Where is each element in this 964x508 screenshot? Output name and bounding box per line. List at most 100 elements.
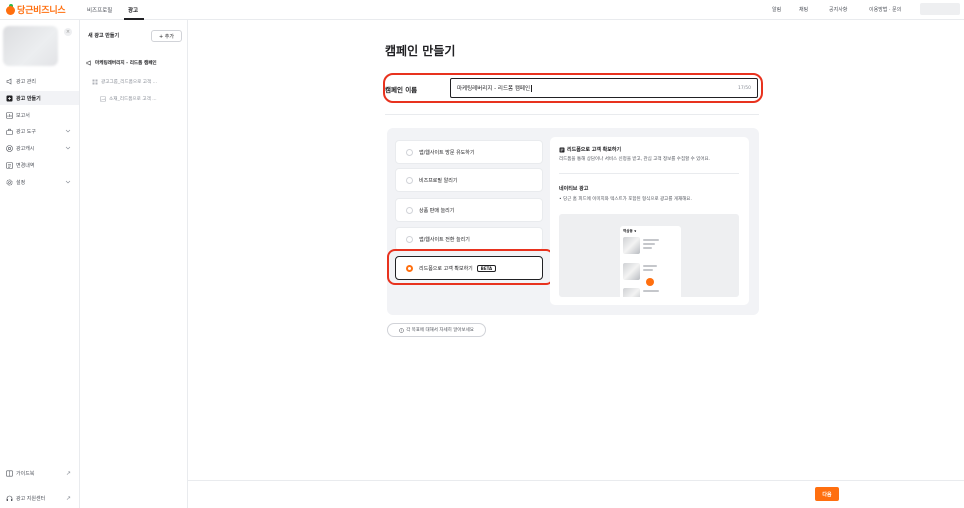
tree-node-creative[interactable]: 소재_리드폼으로 고객 ... (100, 96, 157, 102)
sidebar-item-create-ad[interactable]: 광고 만들기 (0, 91, 79, 105)
feed-thumbnail (623, 237, 640, 254)
radio-button[interactable] (406, 235, 413, 243)
sidebar-item-label: 보고서 (16, 112, 30, 119)
sidebar-item-label: 광고 지원센터 (16, 495, 46, 502)
plus-square-icon (6, 95, 13, 102)
tree-title: 새 광고 만들기 (88, 33, 120, 39)
nav-link-notice[interactable]: 공지사항 (829, 6, 847, 13)
top-nav: 당근비즈니스 비즈프로필 광고 알림 채팅 공지사항 이용방법 · 문의 (0, 0, 964, 20)
account-menu[interactable] (920, 3, 960, 15)
history-icon (6, 161, 13, 169)
goal-info-link[interactable]: 각 목표에 대해서 자세히 알아보세요 (387, 323, 486, 337)
campaign-name-input[interactable]: 마케팅레버리지 - 리드폼 캠페인 (450, 78, 758, 98)
coin-icon (6, 144, 13, 152)
nav-link-notifications[interactable]: 알림 (772, 6, 781, 13)
feed-thumbnail (623, 288, 640, 297)
tree-node-label: 광고그룹_리드폼으로 고객 ... (101, 80, 158, 85)
nav-link-help[interactable]: 이용방법 · 문의 (869, 6, 901, 13)
goal-option-bizprofile[interactable]: 비즈프로필 알리기 (395, 168, 543, 192)
megaphone-icon (6, 77, 13, 85)
preview-description: 리드폼을 통해 상담이나 서비스 신청을 받고, 관심 고객 정보를 수집할 수… (559, 157, 711, 162)
sidebar-item-ad-manage[interactable]: 광고 관리 (0, 74, 79, 88)
sidebar-item-label: 광고 관리 (16, 78, 36, 85)
radio-button[interactable] (406, 206, 413, 214)
feed-text-line (643, 243, 655, 245)
close-icon[interactable]: × (64, 28, 72, 36)
toolbox-icon (6, 128, 13, 135)
goal-option-app-web-conversion[interactable]: 앱/웹사이트 전환 늘리기 (395, 227, 543, 251)
tree-node-label: 마케팅레버리지 - 리드폼 캠페인 (95, 61, 157, 66)
gear-icon (6, 179, 13, 186)
goal-info-label: 각 목표에 대해서 자세히 알아보세요 (406, 328, 474, 333)
external-link-icon: ↗ (65, 494, 71, 502)
feed-text-line (643, 247, 652, 249)
sidebar-item-guidebook[interactable]: 가이드북 ↗ (0, 466, 79, 480)
headset-icon (6, 495, 13, 502)
sidebar-item-label: 광고 만들기 (16, 95, 41, 102)
nav-tab-ads[interactable]: 광고 (128, 6, 138, 14)
book-icon (6, 470, 13, 477)
preview-subtitle: 네이티브 광고 (559, 186, 589, 192)
brand-logo[interactable]: 당근비즈니스 (6, 3, 66, 16)
sidebar: × 광고 관리 광고 만들기 보고서 광고 도구 광고캐시 변경내역 설정 가이… (0, 20, 80, 508)
goal-option-label: 앱/웹사이트 전환 늘리기 (419, 236, 470, 243)
preview-bullet: • 당근 홈 피드에 이미지와 텍스트가 포함된 형식으로 광고를 게재해요. (559, 197, 692, 202)
sidebar-item-settings[interactable]: 설정 (0, 175, 79, 189)
phone-header: 역삼동 ∨ (623, 229, 637, 233)
text-cursor (531, 84, 532, 92)
phone-mockup: 역삼동 ∨ (620, 226, 681, 297)
campaign-tree-panel: 새 광고 만들기 + 추가 마케팅레버리지 - 리드폼 캠페인 광고그룹_리드폼… (80, 20, 188, 508)
image-icon (100, 96, 106, 102)
brand-name: 당근비즈니스 (17, 6, 66, 16)
chevron-down-icon (65, 146, 71, 150)
sidebar-item-label: 변경내역 (16, 162, 35, 169)
help-circle-icon (399, 327, 404, 333)
sidebar-item-report[interactable]: 보고서 (0, 108, 79, 122)
footer-bar (188, 480, 964, 508)
preview-screenshot: 역삼동 ∨ (559, 214, 739, 297)
add-button[interactable]: + 추가 (151, 30, 182, 42)
preview-title: 리드폼으로 고객 확보하기 (559, 146, 621, 153)
feed-text-line (643, 290, 659, 292)
goal-option-product-sales[interactable]: 상품 판매 늘리기 (395, 198, 543, 222)
goal-option-app-web-visit[interactable]: 앱/웹사이트 방문 유도하기 (395, 140, 543, 164)
sidebar-item-ad-cash[interactable]: 광고캐시 (0, 141, 79, 155)
page-title: 캠페인 만들기 (385, 44, 456, 58)
sidebar-item-history[interactable]: 변경내역 (0, 158, 79, 172)
profile-card[interactable] (3, 26, 58, 66)
leadform-icon (559, 147, 565, 153)
chevron-down-icon (65, 180, 71, 184)
sidebar-item-label: 광고캐시 (16, 145, 35, 152)
report-icon (6, 111, 13, 119)
ad-badge-dot (646, 278, 654, 286)
feed-thumbnail (623, 263, 640, 280)
tree-node-label: 소재_리드폼으로 고객 ... (109, 97, 157, 102)
goal-option-label: 앱/웹사이트 방문 유도하기 (419, 149, 475, 156)
preview-title-text: 리드폼으로 고객 확보하기 (567, 147, 622, 153)
external-link-icon: ↗ (65, 469, 71, 477)
goal-option-label: 비즈프로필 알리기 (419, 177, 458, 184)
sidebar-item-label: 설정 (16, 179, 26, 186)
sidebar-item-label: 가이드북 (16, 470, 35, 477)
campaign-name-value: 마케팅레버리지 - 리드폼 캠페인 (457, 86, 531, 92)
sidebar-item-ad-tools[interactable]: 광고 도구 (0, 124, 79, 138)
sidebar-item-label: 광고 도구 (16, 128, 36, 135)
nav-tab-bizprofile[interactable]: 비즈프로필 (87, 6, 112, 14)
radio-button[interactable] (406, 176, 413, 184)
next-button[interactable]: 다음 (815, 487, 839, 501)
grid-icon (92, 79, 98, 85)
feed-text-line (643, 265, 657, 267)
campaign-name-char-count: 17/50 (738, 86, 751, 91)
carrot-icon (6, 4, 15, 15)
tree-node-campaign[interactable]: 마케팅레버리지 - 리드폼 캠페인 (86, 60, 157, 66)
feed-text-line (643, 269, 653, 271)
sidebar-item-support-center[interactable]: 광고 지원센터 ↗ (0, 491, 79, 505)
radio-button[interactable] (406, 148, 413, 156)
chevron-down-icon (65, 129, 71, 133)
section-divider (385, 114, 759, 115)
nav-link-chat[interactable]: 채팅 (799, 6, 808, 13)
preview-divider (559, 173, 739, 174)
selected-goal-highlight (387, 249, 554, 285)
tree-node-adgroup[interactable]: 광고그룹_리드폼으로 고객 ... (92, 79, 157, 85)
megaphone-icon (86, 60, 92, 66)
